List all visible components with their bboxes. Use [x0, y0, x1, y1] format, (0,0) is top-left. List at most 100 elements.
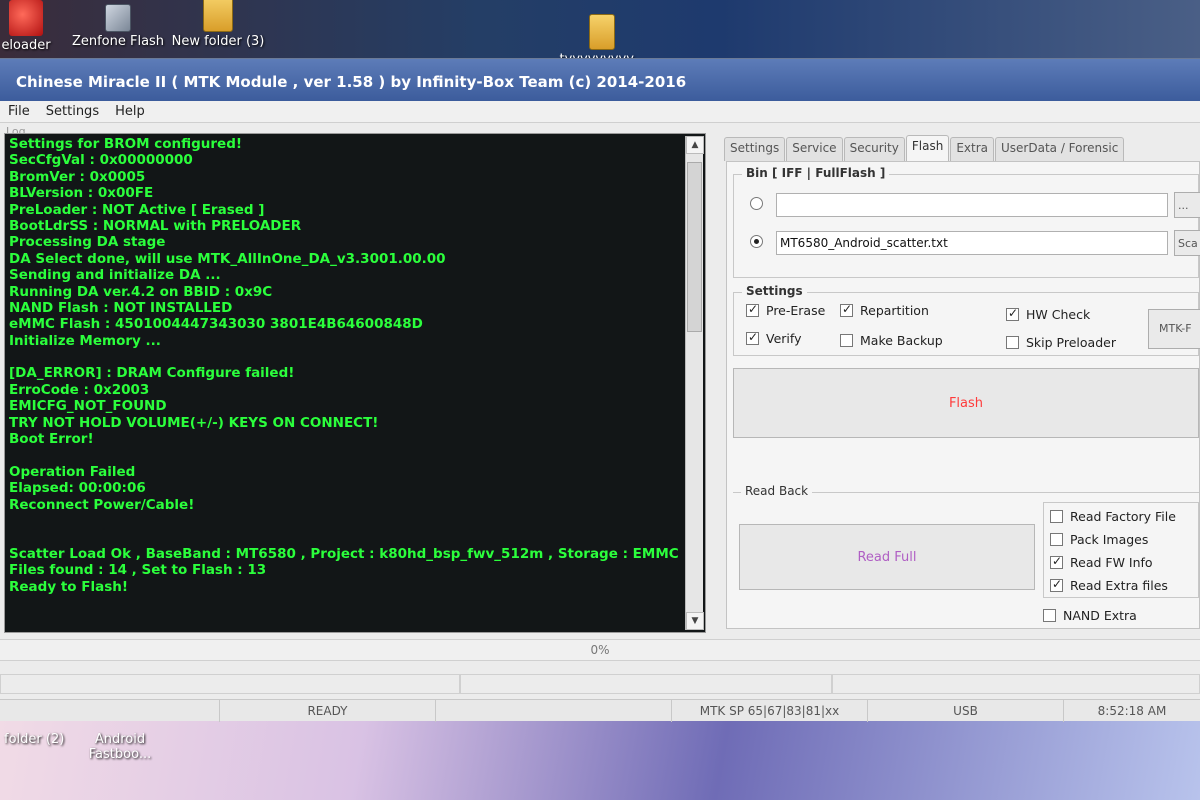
tab-security[interactable]: Security [843, 137, 905, 161]
repartition-checkbox[interactable]: Repartition [840, 302, 929, 318]
checkbox-box [1050, 533, 1063, 546]
status-protocol: MTK SP 65|67|83|81|xx [672, 700, 868, 722]
checkbox-box [1050, 577, 1063, 592]
desktop-icon-label: folder (2) [4, 732, 65, 747]
log-line: NAND Flash : NOT INSTALLED [9, 299, 233, 316]
tab-settings[interactable]: Settings [724, 137, 786, 161]
secondary-progress-cell [460, 674, 832, 694]
pack-images-label: Pack Images [1070, 532, 1149, 547]
nand-extra-label: NAND Extra [1063, 608, 1137, 623]
tab-userdata-forensic[interactable]: UserData / Forensic [995, 137, 1125, 161]
checkbox-box [1043, 609, 1056, 622]
log-line: Elapsed: 00:00:06 [9, 480, 146, 497]
tab-service[interactable]: Service [786, 137, 843, 161]
secondary-progress-cell [0, 674, 460, 694]
app-icon [105, 4, 131, 32]
tab-strip: Settings Service Security Flash Extra Us… [724, 135, 1200, 161]
read-options-group: Read Factory File Pack Images Read FW In… [1043, 502, 1199, 598]
log-line: Initialize Memory ... [9, 332, 161, 349]
tab-extra[interactable]: Extra [950, 137, 994, 161]
desktop-icon-label: New folder (3) [171, 34, 265, 49]
log-pane[interactable]: Settings for BROM configured! SecCfgVal :… [4, 133, 706, 633]
log-line: Files found : 14 , Set to Flash : 13 [9, 562, 267, 579]
log-line: DA Select done, will use MTK_AllInOne_DA… [9, 250, 446, 267]
log-line: BLVersion : 0x00FE [9, 185, 154, 202]
log-line: Sending and initialize DA ... [9, 267, 221, 284]
window-title: Chinese Miracle II ( MTK Module , ver 1.… [16, 73, 687, 91]
hw-check-label: HW Check [1026, 307, 1091, 322]
menu-help[interactable]: Help [107, 104, 153, 119]
desktop-icon-new-folder[interactable]: New folder (3) [168, 0, 268, 49]
scroll-down-icon[interactable]: ▼ [686, 612, 704, 630]
hw-check-checkbox[interactable]: HW Check [1006, 306, 1091, 322]
bin-group-title: Bin [ IFF | FullFlash ] [742, 166, 890, 180]
mtk-button[interactable]: MTK-F [1148, 309, 1200, 349]
folder-icon [589, 14, 615, 50]
browse-button-1[interactable]: ... [1174, 192, 1200, 218]
bin-path-field-1[interactable] [776, 193, 1168, 217]
tab-flash[interactable]: Flash [905, 135, 950, 161]
progress-bar: 0% [0, 639, 1200, 661]
log-line: TRY NOT HOLD VOLUME(+/-) KEYS ON CONNECT… [9, 414, 379, 431]
window-titlebar[interactable]: Chinese Miracle II ( MTK Module , ver 1.… [0, 59, 1200, 101]
make-backup-label: Make Backup [860, 333, 943, 348]
log-output: Settings for BROM configured! SecCfgVal :… [9, 136, 681, 630]
menu-file[interactable]: File [0, 104, 38, 119]
log-line: BootLdrSS : NORMAL with PRELOADER [9, 217, 302, 234]
desktop-icon-zenfone-flash[interactable]: Zenfone Flash [70, 4, 166, 49]
pre-erase-checkbox[interactable]: Pre-Erase [746, 302, 826, 318]
read-back-title: Read Back [741, 484, 813, 498]
log-line: [DA_ERROR] : DRAM Configure failed! [9, 365, 295, 382]
red-app-icon [9, 0, 43, 36]
log-line: Settings for BROM configured! [9, 136, 243, 152]
make-backup-checkbox[interactable]: Make Backup [840, 333, 943, 348]
scroll-up-icon[interactable]: ▲ [686, 136, 704, 154]
bin-radio-1[interactable] [750, 197, 763, 210]
checkbox-box [1050, 554, 1063, 569]
checkbox-box [1006, 306, 1019, 321]
menu-bar: File Settings Help [0, 101, 1200, 123]
read-factory-checkbox[interactable]: Read Factory File [1050, 509, 1176, 524]
log-line: BromVer : 0x0005 [9, 168, 146, 185]
desktop-background-bottom [0, 720, 1200, 800]
right-panel: Settings Service Security Flash Extra Us… [724, 135, 1200, 633]
status-cell-empty [436, 700, 672, 722]
desktop-icon-android-fastboot[interactable]: Android Fastboo... [80, 732, 160, 762]
verify-checkbox[interactable]: Verify [746, 330, 802, 346]
scatter-button[interactable]: Sca [1174, 230, 1200, 256]
secondary-progress-row [0, 671, 1200, 697]
nand-extra-checkbox[interactable]: NAND Extra [1043, 608, 1137, 623]
checkbox-box [840, 334, 853, 347]
desktop-icon-label: Zenfone Flash [71, 34, 165, 49]
settings-group: Settings Pre-Erase Repartition HW Check … [733, 284, 1200, 356]
read-fw-info-checkbox[interactable]: Read FW Info [1050, 554, 1153, 570]
checkbox-box [746, 330, 759, 345]
log-line: ErroCode : 0x2003 [9, 381, 150, 398]
log-line: PreLoader : NOT Active [ Erased ] [9, 201, 265, 218]
desktop-icon-folder-2[interactable]: folder (2) [4, 732, 74, 747]
pre-erase-label: Pre-Erase [766, 303, 826, 318]
verify-label: Verify [766, 331, 802, 346]
bin-path-field-2[interactable]: MT6580_Android_scatter.txt [776, 231, 1168, 255]
read-extra-checkbox[interactable]: Read Extra files [1050, 577, 1168, 593]
checkbox-box [1006, 336, 1019, 349]
pack-images-checkbox[interactable]: Pack Images [1050, 532, 1148, 547]
status-port: USB [868, 700, 1064, 722]
checkbox-box [840, 302, 853, 317]
scroll-thumb[interactable] [687, 162, 702, 332]
desktop-icon-preloader[interactable]: eloader [0, 0, 56, 53]
log-line: Processing DA stage [9, 234, 166, 251]
log-scrollbar[interactable]: ▲ ▼ [685, 136, 704, 630]
menu-settings[interactable]: Settings [38, 104, 107, 119]
skip-preloader-checkbox[interactable]: Skip Preloader [1006, 335, 1116, 350]
read-full-button[interactable]: Read Full [739, 524, 1035, 590]
flash-tab-body: Bin [ IFF | FullFlash ] ... MT6580_Andro… [726, 161, 1200, 629]
progress-percent: 0% [590, 643, 610, 657]
flash-button[interactable]: Flash [733, 368, 1199, 438]
bin-radio-2[interactable] [750, 235, 763, 248]
bin-group: Bin [ IFF | FullFlash ] ... MT6580_Andro… [733, 166, 1200, 278]
